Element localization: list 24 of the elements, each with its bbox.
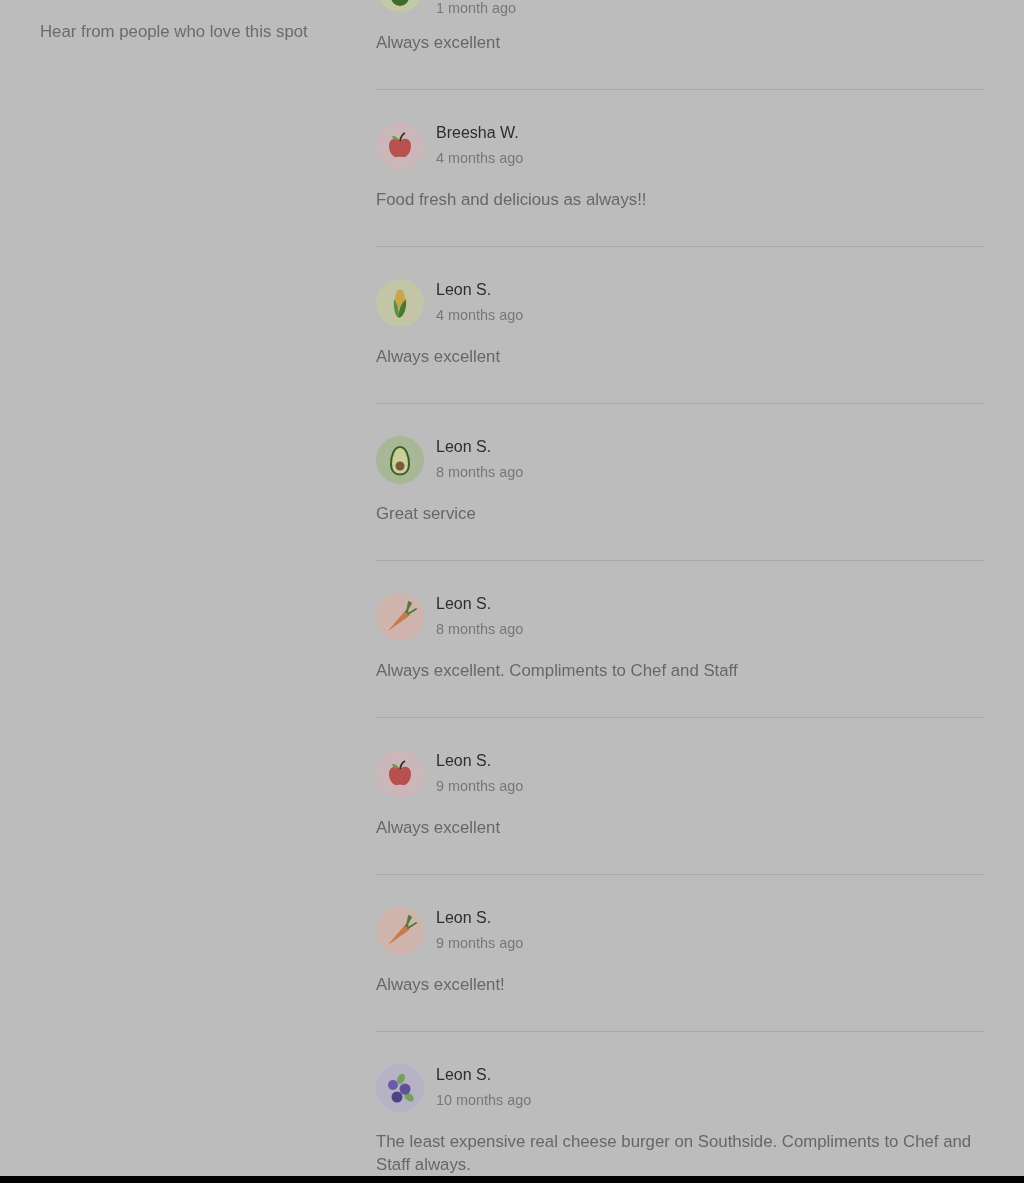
review-time: 1 month ago (436, 0, 516, 16)
review-text: Always excellent (376, 346, 501, 368)
reviewer-name: Leon S. (436, 908, 492, 928)
review-text: The least expensive real cheese burger on Southside. Compliments to Chef and Staff always. (376, 1131, 973, 1176)
review-time: 9 months ago (436, 935, 524, 951)
review-text: Always excellent (376, 817, 501, 839)
review-text: Always excellent. Compliments to Chef and Staff (376, 660, 738, 682)
review-text: Food fresh and delicious as always!! (376, 189, 647, 211)
review-text: Always excellent (376, 32, 501, 54)
review-time: 8 months ago (436, 464, 524, 480)
reviewer-name: Breesha W. (436, 123, 519, 143)
review-time: 4 months ago (436, 307, 524, 323)
section-subtitle: Hear from people who love this spot (40, 21, 308, 43)
review-time: 8 months ago (436, 621, 524, 637)
reviewer-name: Leon S. (436, 437, 492, 457)
review-text: Great service (376, 503, 476, 525)
reviewer-name: Leon S. (436, 594, 492, 614)
review-time: 10 months ago (436, 1092, 532, 1108)
reviewer-name: Leon S. (436, 1065, 492, 1085)
reviewer-name: Leon S. (436, 751, 492, 771)
review-text: Always excellent! (376, 974, 505, 996)
review-time: 4 months ago (436, 150, 524, 166)
review-time: 9 months ago (436, 778, 524, 794)
reviewer-name: Leon S. (436, 280, 492, 300)
